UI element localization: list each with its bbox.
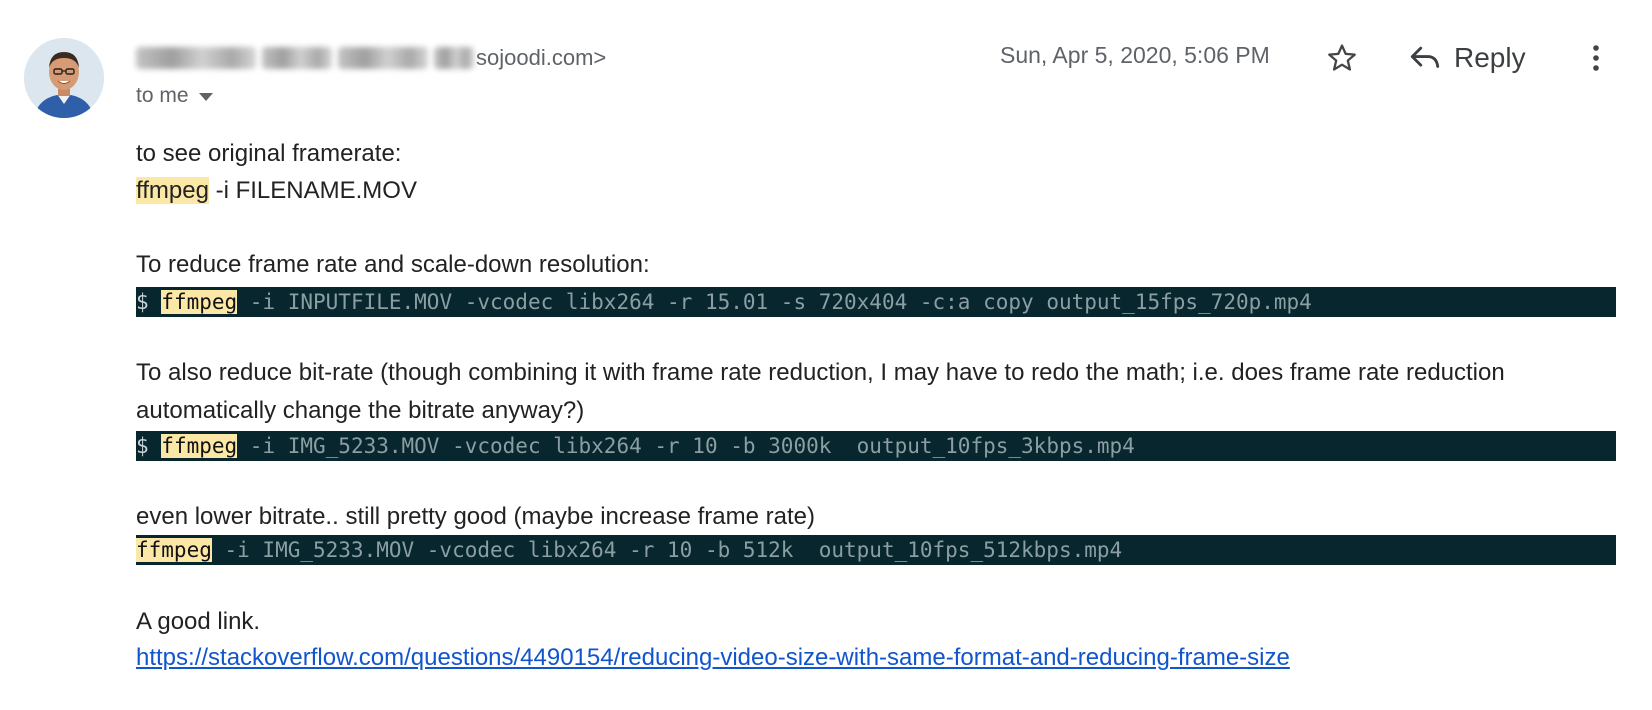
email-date: Sun, Apr 5, 2020, 5:06 PM [1000,42,1270,68]
reply-label: Reply [1454,42,1526,73]
code-block: ffmpeg -i IMG_5233.MOV -vcodec libx264 -… [136,535,1616,565]
sender-email-domain: sojoodi.com> [476,45,607,70]
highlighted-term: ffmpeg [161,434,238,458]
body-line-framerate: to see original framerate: [136,140,402,167]
avatar-photo [24,38,104,118]
code-block: $ ffmpeg -i INPUTFILE.MOV -vcodec libx26… [136,287,1616,317]
body-command-framerate: ffmpeg -i FILENAME.MOV [136,172,1616,210]
avatar[interactable] [24,38,104,118]
sender-line: sojoodi.com> [136,44,606,72]
section-good-link: A good link. [136,608,261,635]
code-args: -i IMG_5233.MOV -vcodec libx264 -r 10 -b… [211,538,1123,562]
section-reduce-frame-rate: To reduce frame rate and scale-down reso… [136,251,650,278]
command-args: -i FILENAME.MOV [208,177,417,204]
code-args: -i IMG_5233.MOV -vcodec libx264 -r 10 -b… [237,434,1135,458]
highlighted-term: ffmpeg [136,538,212,562]
section-lower-bitrate: even lower bitrate.. still pretty good (… [136,503,815,530]
blurred-sender-name [136,46,474,70]
reply-button[interactable]: Reply [1408,36,1526,80]
caret-down-icon[interactable] [198,93,213,101]
highlighted-term: ffmpeg [161,290,238,314]
code-prompt: $ [136,434,162,458]
code-block: $ ffmpeg -i IMG_5233.MOV -vcodec libx264… [136,431,1616,461]
code-prompt: $ [136,290,162,314]
star-icon[interactable] [1322,38,1362,78]
stackoverflow-link[interactable]: https://stackoverflow.com/questions/4490… [136,644,1290,672]
recipient-label: to me [136,84,189,107]
recipient-details[interactable]: to me [136,84,213,108]
reply-arrow-icon [1410,46,1440,68]
code-args: -i INPUTFILE.MOV -vcodec libx264 -r 15.0… [237,290,1312,314]
more-vert-icon[interactable] [1584,38,1608,78]
highlighted-term: ffmpeg [136,177,209,204]
section-reduce-bitrate: To also reduce bit-rate (though combinin… [136,359,1505,424]
